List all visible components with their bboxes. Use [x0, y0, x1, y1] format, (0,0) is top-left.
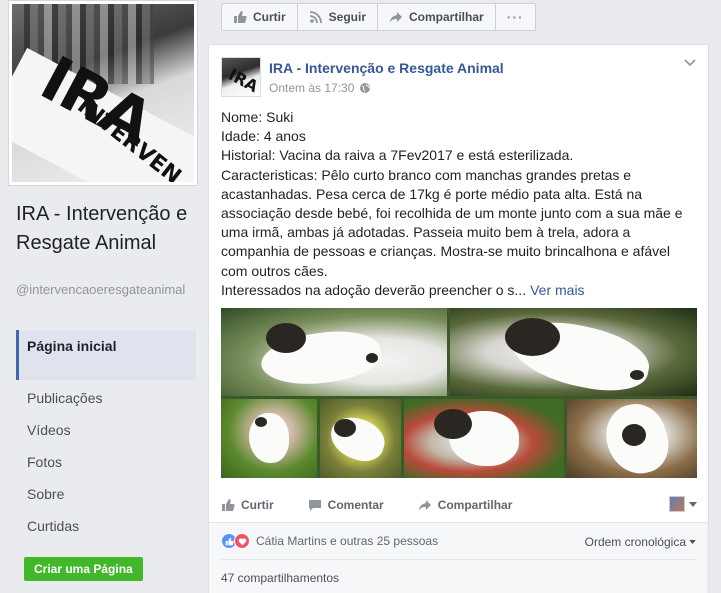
- dog-photo: [404, 399, 564, 478]
- nav-item-videos[interactable]: Vídeos: [16, 414, 196, 446]
- reactions-summary[interactable]: Cátia Martins e outras 25 pessoas: [221, 533, 438, 549]
- reactions-section: Cátia Martins e outras 25 pessoas Ordem …: [209, 523, 708, 593]
- post-line: Historial: Vacina da raiva a 7Fev2017 e …: [221, 147, 574, 164]
- page-like-label: Curtir: [253, 10, 286, 24]
- dog-photo: [450, 308, 697, 396]
- post-like-button[interactable]: Curtir: [221, 498, 274, 512]
- globe-icon: [360, 83, 371, 93]
- post-share-button[interactable]: Compartilhar: [418, 498, 513, 512]
- post-body: Nome: Suki Idade: 4 anos Historial: Vaci…: [221, 108, 701, 300]
- comment-icon: [308, 500, 321, 511]
- post-line: Nome: Suki: [221, 109, 294, 125]
- profile-image: IRA INTERVEN: [12, 4, 194, 182]
- avatar: [669, 496, 685, 512]
- post-card: IRA IRA - Intervenção e Resgate Animal O…: [208, 44, 709, 593]
- post-line: companhia de pessoas e crianças. Mostra-…: [221, 243, 671, 260]
- profile-picture[interactable]: IRA INTERVEN: [8, 0, 198, 186]
- post-timestamp[interactable]: Ontem às 17:30: [269, 81, 354, 95]
- avatar-logo-text: IRA: [225, 64, 261, 97]
- dog-photo: [567, 399, 697, 478]
- caret-down-icon: [689, 540, 696, 544]
- page-title[interactable]: IRA - Intervenção e Resgate Animal: [16, 200, 201, 258]
- more-options-button[interactable]: ···: [496, 4, 535, 30]
- nav-item-posts[interactable]: Publicações: [16, 382, 196, 414]
- left-column: IRA INTERVEN IRA - Intervenção e Resgate…: [0, 0, 206, 593]
- page-like-button[interactable]: Curtir: [222, 4, 298, 30]
- post-author-name[interactable]: IRA - Intervenção e Resgate Animal: [269, 60, 649, 76]
- comment-sort-dropdown[interactable]: Ordem cronológica: [585, 535, 696, 549]
- dog-photo: [221, 308, 447, 396]
- ellipsis-icon: ···: [506, 9, 524, 25]
- dog-photo: [221, 399, 317, 478]
- post-share-label: Compartilhar: [437, 498, 513, 512]
- post-line: acastanhadas. Pesa cerca de 17kg é porte…: [221, 185, 643, 202]
- post-meta: Ontem às 17:30: [269, 81, 371, 95]
- post-line-truncated: Interessados na adoção deverão preencher…: [221, 281, 701, 300]
- nav-item-likes[interactable]: Curtidas: [16, 510, 196, 542]
- dog-photo: [320, 399, 401, 478]
- post-line: uma irmã, ambas já adotadas. Passeia mui…: [221, 224, 631, 241]
- page-nav: Página inicial Publicações Vídeos Fotos …: [16, 330, 196, 542]
- create-page-button[interactable]: Criar uma Página: [24, 557, 143, 581]
- rss-icon: [309, 11, 322, 24]
- chevron-down-icon[interactable]: [684, 59, 696, 67]
- see-more-link[interactable]: Ver mais: [530, 282, 584, 298]
- post-line: Caracteristicas: Pêlo curto branco com m…: [221, 166, 632, 183]
- page-share-label: Compartilhar: [409, 10, 484, 24]
- post-line: com outros cães.: [221, 262, 328, 279]
- follow-button[interactable]: Seguir: [298, 4, 379, 30]
- post-photo-collage[interactable]: [221, 308, 697, 478]
- reactions-text: Cátia Martins e outras 25 pessoas: [256, 534, 439, 548]
- page-action-bar: Curtir Seguir Compartilhar ···: [221, 3, 536, 31]
- love-reaction-icon: [234, 533, 250, 549]
- sort-label: Ordem cronológica: [584, 535, 686, 549]
- divider: [221, 559, 696, 560]
- post-as-selector[interactable]: [669, 496, 697, 512]
- post-author-avatar[interactable]: IRA: [221, 57, 261, 97]
- page-share-button[interactable]: Compartilhar: [378, 4, 496, 30]
- shares-count[interactable]: 47 compartilhamentos: [221, 571, 339, 585]
- caret-down-icon: [689, 501, 697, 507]
- thumbs-up-icon: [234, 11, 247, 23]
- thumbs-up-icon: [222, 499, 235, 511]
- follow-label: Seguir: [328, 10, 367, 24]
- post-comment-label: Comentar: [327, 498, 384, 512]
- post-like-label: Curtir: [241, 498, 274, 512]
- nav-item-about[interactable]: Sobre: [16, 478, 196, 510]
- share-arrow-icon: [418, 500, 431, 511]
- post-line: Idade: 4 anos: [221, 128, 306, 145]
- post-comment-button[interactable]: Comentar: [308, 498, 384, 512]
- post-truncated-text: Interessados na adoção deverão preencher…: [221, 281, 527, 298]
- post-line: associação desde bebé, foi recolhida de …: [221, 205, 683, 222]
- nav-item-photos[interactable]: Fotos: [16, 446, 196, 478]
- nav-item-home[interactable]: Página inicial: [16, 330, 196, 380]
- post-action-bar: Curtir Comentar Compartilhar: [221, 493, 697, 517]
- share-arrow-icon: [390, 12, 403, 23]
- page-username[interactable]: @intervencaoeresgateanimal: [16, 282, 201, 297]
